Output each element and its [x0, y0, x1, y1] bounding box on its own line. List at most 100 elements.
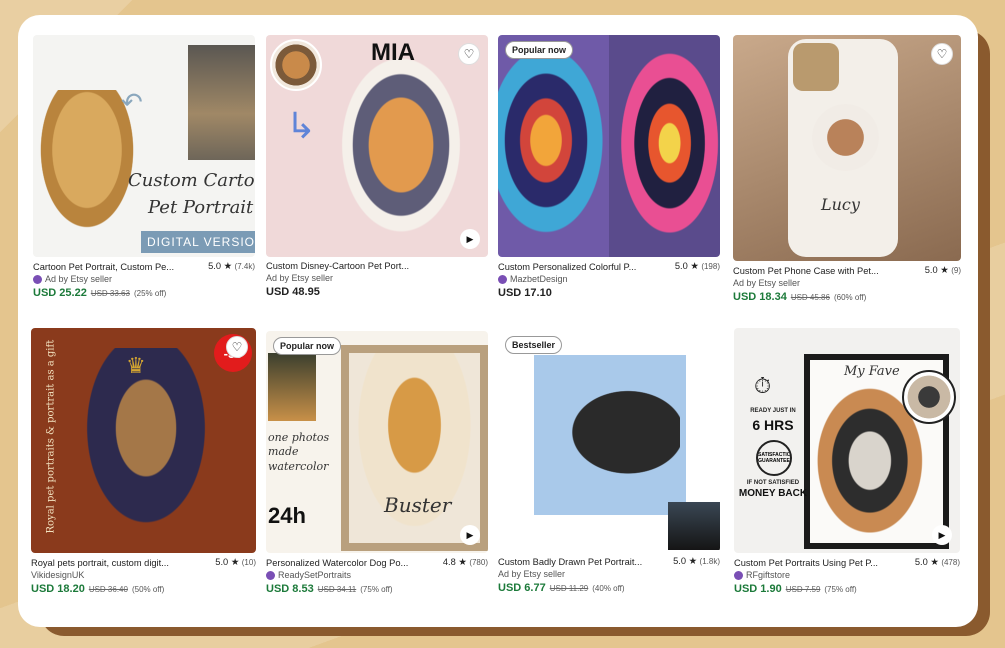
discount: (40% off)	[592, 584, 625, 593]
star-icon: ★	[690, 261, 699, 271]
cartoon-dog-illustration	[326, 55, 476, 255]
dog-photo	[188, 45, 255, 160]
pet-name-text: Lucy	[821, 195, 860, 214]
price-row: USD 17.10	[498, 287, 720, 299]
listing-image[interactable]: ↶ Custom Cartoon Pet Portrait DIGITAL VE…	[33, 35, 255, 257]
seller: Ad by Etsy seller	[498, 569, 566, 579]
ready-caption: READY JUST IN	[750, 408, 796, 414]
listing-tile[interactable]: ♛ Royal pet portraits & portrait as a gi…	[31, 328, 256, 595]
play-button[interactable]: ▶	[460, 525, 480, 545]
original-price: USD 33.63	[90, 289, 130, 298]
guarantee-seal-icon: SATISFACTION GUARANTEE	[756, 440, 792, 476]
play-button[interactable]: ▶	[932, 525, 952, 545]
listing-grid-card: ↶ Custom Cartoon Pet Portrait DIGITAL VE…	[18, 15, 978, 627]
price-row: USD 1.90 USD 7.59 (75% off)	[734, 583, 960, 595]
rating: 5.0 ★ (478)	[914, 557, 960, 567]
original-price: USD 34.11	[317, 585, 357, 594]
favorite-button[interactable]: ♡	[458, 43, 480, 65]
image-caption: Custom Cartoon	[128, 170, 255, 191]
play-icon: ▶	[466, 233, 474, 244]
rating: 5.0 ★ (10)	[215, 557, 256, 567]
original-price: USD 11.29	[549, 584, 589, 593]
seller: MazbetDesign	[498, 274, 720, 284]
price-row: USD 8.53 USD 34.11 (75% off)	[266, 583, 488, 595]
original-price: USD 7.59	[785, 585, 821, 594]
guarantee-caption: IF NOT SATISFIED	[746, 480, 800, 486]
seller: RFgiftstore	[734, 570, 960, 580]
listing-tile[interactable]: Lucy ♡ Custom Pet Phone Case with Pet...…	[733, 35, 961, 303]
listing-image[interactable]: My Fave ⏱ READY JUST IN 6 HRS SATISFACTI…	[734, 328, 960, 553]
listing-tile[interactable]: ↶ Custom Cartoon Pet Portrait DIGITAL VE…	[33, 35, 255, 299]
cat-drawing	[550, 385, 680, 490]
star-icon: ★	[688, 556, 697, 566]
listing-tile[interactable]: Popular now Custom Personalized Colorful…	[498, 35, 720, 299]
discount: (60% off)	[833, 293, 867, 302]
hours-text: 6 HRS	[752, 417, 794, 433]
image-banner: DIGITAL VERSION	[141, 231, 255, 253]
price: USD 17.10	[498, 287, 552, 299]
listing-tile[interactable]: Bestseller Custom Badly Drawn Pet Portra…	[498, 330, 720, 594]
listing-image[interactable]: Popular now	[498, 35, 720, 257]
play-icon: ▶	[938, 529, 946, 540]
price-row: USD 25.22 USD 33.63 (25% off)	[33, 287, 255, 299]
price-row: USD 18.34 USD 45.86 (60% off)	[733, 291, 961, 303]
image-caption: one photos made watercolor	[268, 431, 330, 473]
listing-title[interactable]: Personalized Watercolor Dog Po...	[266, 558, 408, 568]
money-back-text: MONEY BACK	[738, 488, 808, 499]
price: USD 8.53	[266, 583, 314, 595]
popular-badge: Popular now	[273, 337, 341, 355]
seller: Ad by Etsy seller	[33, 274, 255, 284]
vertical-caption: Royal pet portraits & portrait as a gift	[45, 339, 57, 534]
listing-title[interactable]: Custom Pet Portraits Using Pet P...	[734, 558, 878, 568]
listing-image[interactable]: ♛ Royal pet portraits & portrait as a gi…	[31, 328, 256, 553]
rating: 4.8 ★ (780)	[442, 557, 488, 567]
seller: ReadySetPortraits	[266, 570, 488, 580]
favorite-button[interactable]: ♡	[931, 43, 953, 65]
price-row: USD 6.77 USD 11.29 (40% off)	[498, 582, 720, 594]
listing-title[interactable]: Royal pets portrait, custom digit...	[31, 558, 169, 568]
listing-title[interactable]: Custom Pet Phone Case with Pet...	[733, 266, 879, 276]
heart-icon: ♡	[936, 47, 948, 61]
listing-tile[interactable]: ↳ MIA ♡ ▶ Custom Disney-Cartoon Pet Port…	[266, 35, 488, 298]
price-row: USD 18.20 USD 36.40 (50% off)	[31, 583, 256, 595]
listing-image[interactable]: Lucy ♡	[733, 35, 961, 261]
listing-title[interactable]: Custom Personalized Colorful P...	[498, 262, 636, 272]
colorful-dog-illustration	[498, 45, 618, 257]
arrow-icon: ↳	[286, 105, 317, 146]
seller: Ad by Etsy seller	[266, 273, 334, 283]
pet-name-text: MIA	[371, 39, 415, 66]
pet-name-text: Buster	[384, 493, 452, 517]
listing-tile[interactable]: one photos made watercolor 24h Buster Po…	[266, 331, 488, 595]
listing-image[interactable]: Bestseller	[498, 330, 720, 552]
cat-photo	[668, 502, 720, 550]
discount: (75% off)	[824, 585, 857, 594]
listing-title[interactable]: Custom Disney-Cartoon Pet Port...	[266, 261, 409, 271]
listing-tile[interactable]: My Fave ⏱ READY JUST IN 6 HRS SATISFACTI…	[734, 328, 960, 595]
dog-illustration	[803, 95, 888, 180]
original-price: USD 45.86	[790, 293, 830, 302]
star-icon: ★	[230, 557, 240, 567]
listing-title[interactable]: Cartoon Pet Portrait, Custom Pe...	[33, 262, 174, 272]
favorite-button[interactable]: ♡	[226, 336, 248, 358]
image-caption: Pet Portrait	[148, 197, 254, 218]
seller-avatar-icon	[734, 570, 743, 580]
play-button[interactable]: ▶	[460, 229, 480, 249]
play-icon: ▶	[466, 529, 474, 540]
rating: 5.0 ★ (198)	[674, 261, 720, 271]
dog-photo	[268, 353, 316, 421]
listing-image[interactable]: one photos made watercolor 24h Buster Po…	[266, 331, 488, 553]
cat-photo-avatar	[902, 370, 956, 424]
listing-title[interactable]: Custom Badly Drawn Pet Portrait...	[498, 557, 642, 567]
popular-badge: Popular now	[505, 41, 573, 59]
bestseller-badge: Bestseller	[505, 336, 563, 354]
price: USD 48.95	[266, 286, 320, 298]
price: USD 25.22	[33, 287, 87, 299]
star-icon: ★	[940, 265, 949, 275]
rating: 5.0 ★ (7.4k)	[208, 261, 255, 271]
star-icon: ★	[223, 261, 232, 271]
discount: (75% off)	[360, 585, 393, 594]
listing-image[interactable]: ↳ MIA ♡ ▶	[266, 35, 488, 257]
rating: 5.0 ★ (1.8k)	[673, 556, 720, 566]
turnaround-text: 24h	[268, 503, 306, 528]
camera-module	[793, 43, 839, 91]
